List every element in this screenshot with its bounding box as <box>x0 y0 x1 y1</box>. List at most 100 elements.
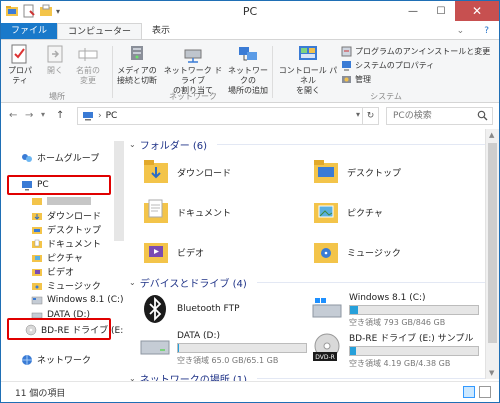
collapse-chevron-icon[interactable]: ⌄ <box>129 140 136 149</box>
drive-d-usage-bar <box>177 343 307 353</box>
drive-e-usage-fill <box>350 347 357 355</box>
tab-computer[interactable]: コンピューター <box>57 23 143 39</box>
drive-c-free: 空き領域 793 GB/846 GB <box>349 318 446 327</box>
drive-bluetooth[interactable]: Bluetooth FTP <box>139 293 240 325</box>
nav-drive-c-label: Windows 8.1 (C:) <box>47 295 124 305</box>
tab-view[interactable]: 表示 <box>142 23 180 39</box>
folder-download[interactable]: ダウンロード <box>143 157 231 187</box>
nav-scrollbar[interactable] <box>114 141 124 241</box>
media-connect-button[interactable]: メディアの 接続と切断 <box>115 44 159 86</box>
maximize-button[interactable]: ☐ <box>427 1 455 21</box>
large-icons-view-icon[interactable] <box>479 386 491 398</box>
ribbon-group-location-label: 場所 <box>49 92 65 101</box>
highlight-box <box>7 318 111 340</box>
media-server-icon <box>131 46 143 60</box>
address-dropdown-icon[interactable]: ▾ <box>356 110 360 119</box>
drive-c[interactable]: Windows 8.1 (C:) 空き領域 793 GB/846 GB <box>311 293 479 328</box>
up-arrow-icon[interactable]: ↑ <box>56 110 64 121</box>
system-properties-button[interactable]: システムのプロパティ <box>341 60 434 71</box>
folder-documents[interactable]: ドキュメント <box>143 197 231 227</box>
collapse-chevron-icon[interactable]: ⌄ <box>129 278 136 287</box>
details-view-icon[interactable] <box>463 386 475 398</box>
nav-desktop[interactable]: デスクトップ <box>31 223 101 236</box>
windows-drive-icon <box>31 296 43 305</box>
nav-network-label: ネットワーク <box>37 356 92 366</box>
folder-desktop[interactable]: デスクトップ <box>313 157 401 187</box>
refresh-icon[interactable]: ↻ <box>362 108 378 124</box>
minimize-button[interactable]: — <box>399 1 427 21</box>
nav-videos[interactable]: ビデオ <box>31 265 74 278</box>
highlight-box <box>7 175 111 195</box>
status-bar: 11 個の項目 <box>1 381 499 402</box>
open-button[interactable]: 開く <box>43 44 67 76</box>
manage-button[interactable]: 管理 <box>341 74 371 85</box>
nav-network[interactable]: ネットワーク <box>21 353 91 366</box>
folders-section-header[interactable]: ⌄ フォルダー (6) <box>129 137 485 152</box>
content-scrollbar[interactable]: ▲ ▼ <box>485 129 499 379</box>
sysprop-label: システムのプロパティ <box>355 61 435 70</box>
add-network-location-button[interactable]: ネットワークの 場所の追加 <box>225 44 271 96</box>
nav-pictures-label: ピクチャ <box>47 254 83 264</box>
download-folder-icon <box>32 212 42 220</box>
scroll-down-icon[interactable]: ▼ <box>489 369 494 377</box>
open-icon <box>47 45 63 63</box>
rename-icon <box>78 48 98 61</box>
folder-desktop-label: デスクトップ <box>347 168 402 179</box>
nav-homegroup[interactable]: ホームグループ <box>21 151 99 164</box>
folder-pictures[interactable]: ピクチャ <box>313 197 383 227</box>
nav-pictures[interactable]: ピクチャ <box>31 251 83 264</box>
address-path[interactable]: PC <box>106 111 118 121</box>
address-separator: › <box>98 111 102 121</box>
homegroup-icon <box>22 153 32 162</box>
properties-label: プロパティ <box>8 66 32 85</box>
drives-section-header[interactable]: ⌄ デバイスとドライブ (4) <box>129 275 485 290</box>
tab-file[interactable]: ファイル <box>1 23 58 39</box>
media-label-1: メディアの <box>117 66 157 75</box>
nav-download[interactable]: ダウンロード <box>31 209 101 222</box>
music-folder-icon <box>32 282 42 290</box>
forward-arrow-icon[interactable]: → <box>25 110 33 121</box>
scrollbar-thumb[interactable] <box>488 143 497 343</box>
properties-check-icon <box>11 44 27 64</box>
nav-documents-label: ドキュメント <box>47 240 102 250</box>
folders-header-label: フォルダー (6) <box>139 141 208 152</box>
ribbon-expand-icon[interactable]: ⌄ <box>447 23 475 39</box>
videos-folder-icon <box>144 243 168 263</box>
recent-dropdown-icon[interactable]: ▾ <box>41 110 45 119</box>
drives-header-label: デバイスとドライブ (4) <box>139 279 247 290</box>
control-panel-button[interactable]: コントロール パネル を開く <box>275 44 341 96</box>
close-button[interactable]: ✕ <box>455 1 499 21</box>
drive-d[interactable]: DATA (D:) 空き領域 65.0 GB/65.1 GB <box>139 331 307 366</box>
nav-drive-c[interactable]: Windows 8.1 (C:) <box>31 294 124 306</box>
drive-e-label: BD-RE ドライブ (E:) サンプル <box>349 334 474 344</box>
drive-d-usage-fill <box>178 344 180 352</box>
media-label-2: 接続と切断 <box>117 76 157 85</box>
nav-documents[interactable]: ドキュメント <box>31 237 101 250</box>
dvd-badge-text: DVD-R <box>315 354 335 361</box>
nav-user-folder[interactable] <box>31 195 91 207</box>
uninstall-program-button[interactable]: プログラムのアンインストールと変更 <box>341 46 490 57</box>
address-bar-row: ← → ▾ ↑ › PC ▾ ↻ PCの検索 <box>1 104 499 128</box>
pictures-folder-icon <box>314 203 338 223</box>
back-arrow-icon[interactable]: ← <box>9 110 17 121</box>
search-icon[interactable] <box>477 110 488 121</box>
rename-button[interactable]: 名前の 変更 <box>73 44 103 86</box>
section-divider <box>257 378 485 379</box>
drive-c-usage-fill <box>350 306 358 314</box>
scroll-up-icon[interactable]: ▲ <box>489 131 494 139</box>
drive-e[interactable]: DVD-R BD-RE ドライブ (E:) サンプル 空き領域 4.19 GB/… <box>311 331 479 369</box>
search-input[interactable]: PCの検索 <box>386 107 493 125</box>
properties-button[interactable]: プロパティ <box>5 44 35 86</box>
address-field[interactable]: › PC ▾ ↻ <box>77 107 379 125</box>
view-switcher <box>463 386 491 398</box>
help-icon[interactable]: ? <box>474 23 499 39</box>
map-network-drive-button[interactable]: ネットワーク ドライブ の割り当て <box>163 44 223 96</box>
nav-download-label: ダウンロード <box>47 212 102 222</box>
nav-music[interactable]: ミュージック <box>31 279 101 292</box>
download-folder-icon <box>144 160 168 183</box>
network-drive-icon <box>184 49 202 63</box>
music-folder-icon <box>314 243 338 263</box>
bluetooth-icon <box>139 293 171 325</box>
folder-videos[interactable]: ビデオ <box>143 237 204 267</box>
folder-music[interactable]: ミュージック <box>313 237 401 267</box>
